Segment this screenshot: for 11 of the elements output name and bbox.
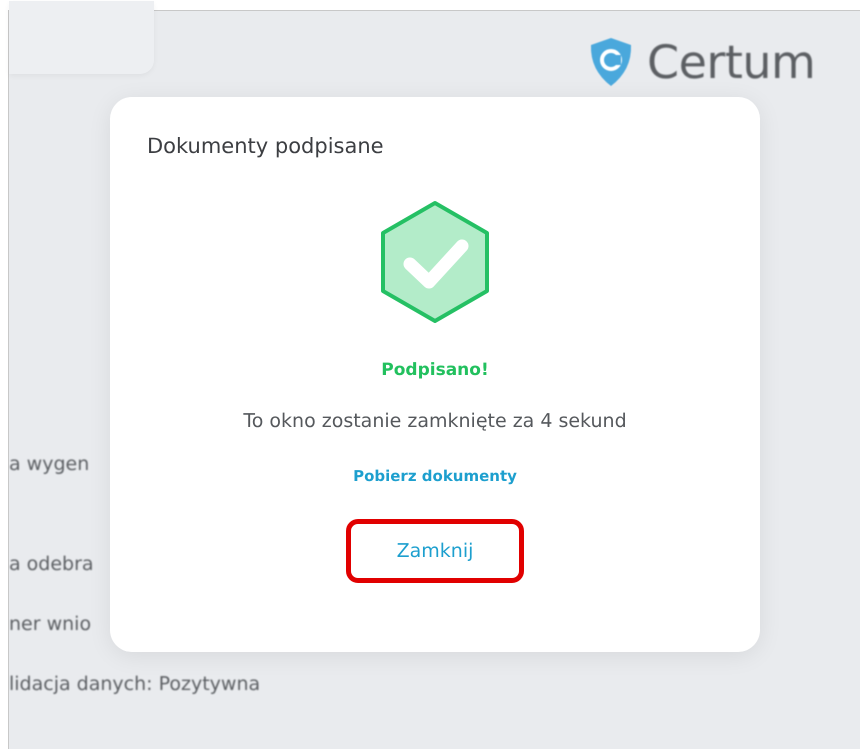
status-text: Podpisano! (381, 360, 489, 380)
background-text: ner wnio (9, 613, 92, 633)
close-button[interactable]: Zamknij (346, 519, 524, 583)
dialog-title: Dokumenty podpisane (147, 134, 384, 158)
background-text: lidacja danych: Pozytywna (9, 673, 260, 693)
download-link[interactable]: Pobierz dokumenty (353, 467, 517, 485)
background-text: a wygen (9, 453, 90, 473)
logo-text: Certum (647, 35, 816, 89)
background-text: a odebra (9, 553, 95, 573)
hexagon-check-icon (379, 200, 491, 324)
countdown-message: To okno zostanie zamknięte za 4 sekund (243, 410, 627, 432)
